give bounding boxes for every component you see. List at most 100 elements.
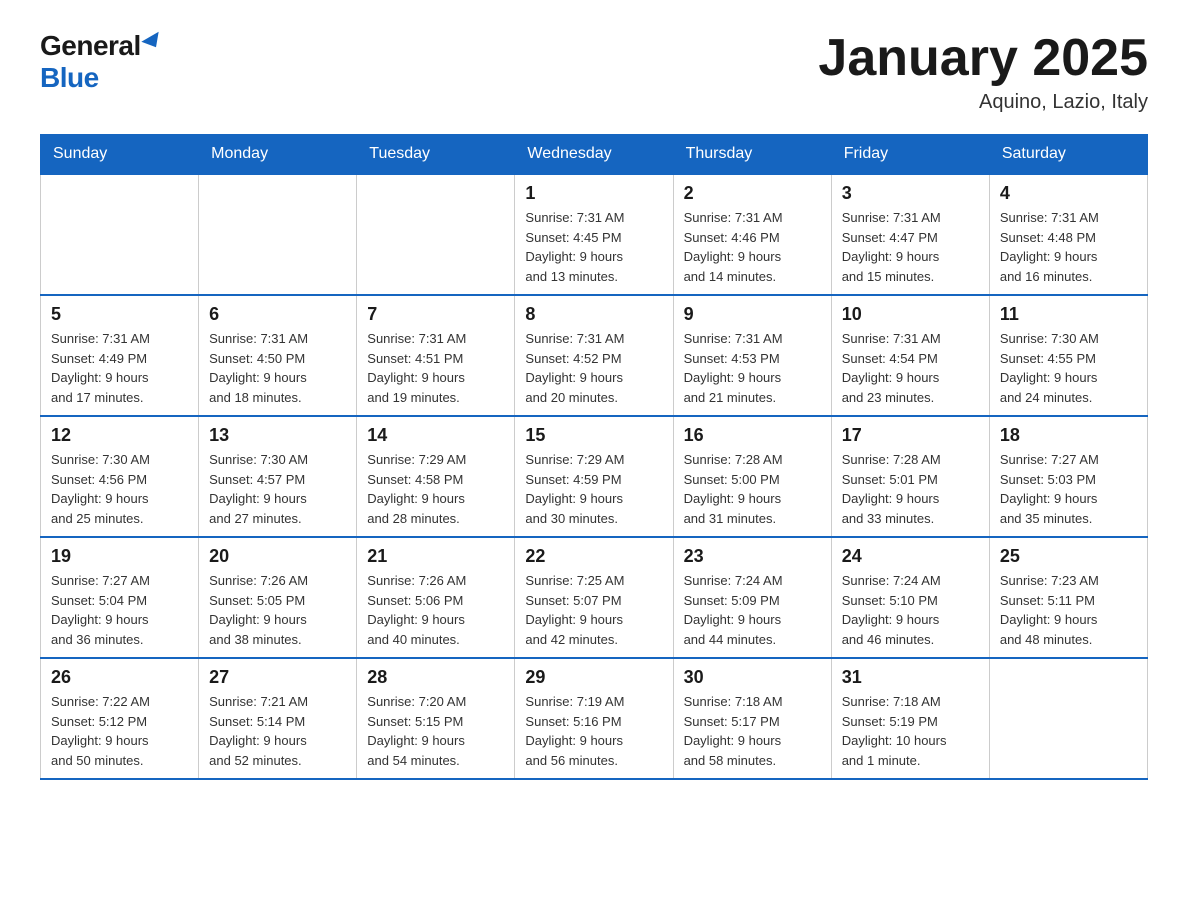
page-title: January 2025 xyxy=(818,30,1148,87)
day-info: Sunrise: 7:31 AMSunset: 4:50 PMDaylight:… xyxy=(209,329,346,407)
calendar-day-17: 17 Sunrise: 7:28 AMSunset: 5:01 PMDayligh… xyxy=(831,416,989,537)
day-number: 1 xyxy=(525,183,662,204)
calendar-day-7: 7Sunrise: 7:31 AMSunset: 4:51 PMDaylight… xyxy=(357,295,515,416)
calendar-day-24: 24Sunrise: 7:24 AMSunset: 5:10 PMDayligh… xyxy=(831,537,989,658)
calendar-day-29: 29 Sunrise: 7:19 AMSunset: 5:16 PMDayligh… xyxy=(515,658,673,779)
weekday-header-saturday: Saturday xyxy=(989,135,1147,175)
calendar-day-27: 27 Sunrise: 7:21 AMSunset: 5:14 PMDayligh… xyxy=(199,658,357,779)
logo-general-text: General xyxy=(40,30,141,62)
weekday-header-sunday: Sunday xyxy=(41,135,199,175)
day-number: 25 xyxy=(1000,546,1137,567)
day-number: 28 xyxy=(367,667,504,688)
calendar-week-row: 19 Sunrise: 7:27 AMSunset: 5:04 PMDayligh… xyxy=(41,537,1148,658)
day-number: 26 xyxy=(51,667,188,688)
weekday-header-monday: Monday xyxy=(199,135,357,175)
calendar-day-26: 26 Sunrise: 7:22 AMSunset: 5:12 PMDayligh… xyxy=(41,658,199,779)
calendar-day-20: 20Sunrise: 7:26 AMSunset: 5:05 PMDayligh… xyxy=(199,537,357,658)
day-info: Sunrise: 7:20 AMSunset: 5:15 PMDaylight:… xyxy=(367,692,504,770)
day-number: 21 xyxy=(367,546,504,567)
calendar-day-23: 23Sunrise: 7:24 AMSunset: 5:09 PMDayligh… xyxy=(673,537,831,658)
day-info: Sunrise: 7:26 AMSunset: 5:06 PMDaylight:… xyxy=(367,571,504,649)
calendar-day-9: 9 Sunrise: 7:31 AMSunset: 4:53 PMDaylight… xyxy=(673,295,831,416)
calendar-day-4: 4 Sunrise: 7:31 AMSunset: 4:48 PMDaylight… xyxy=(989,174,1147,295)
day-number: 16 xyxy=(684,425,821,446)
weekday-header-friday: Friday xyxy=(831,135,989,175)
weekday-header-thursday: Thursday xyxy=(673,135,831,175)
calendar-empty-cell xyxy=(989,658,1147,779)
day-number: 17 xyxy=(842,425,979,446)
day-info: Sunrise: 7:22 AMSunset: 5:12 PMDaylight:… xyxy=(51,692,188,770)
day-number: 7 xyxy=(367,304,504,325)
weekday-header-tuesday: Tuesday xyxy=(357,135,515,175)
day-info: Sunrise: 7:30 AMSunset: 4:56 PMDaylight:… xyxy=(51,450,188,528)
day-number: 3 xyxy=(842,183,979,204)
page-subtitle: Aquino, Lazio, Italy xyxy=(818,91,1148,114)
day-info: Sunrise: 7:31 AMSunset: 4:46 PMDaylight:… xyxy=(684,208,821,286)
calendar-day-14: 14Sunrise: 7:29 AMSunset: 4:58 PMDayligh… xyxy=(357,416,515,537)
day-number: 18 xyxy=(1000,425,1137,446)
day-info: Sunrise: 7:19 AMSunset: 5:16 PMDaylight:… xyxy=(525,692,662,770)
day-info: Sunrise: 7:26 AMSunset: 5:05 PMDaylight:… xyxy=(209,571,346,649)
calendar-week-row: 5Sunrise: 7:31 AMSunset: 4:49 PMDaylight… xyxy=(41,295,1148,416)
day-info: Sunrise: 7:30 AMSunset: 4:57 PMDaylight:… xyxy=(209,450,346,528)
calendar-day-15: 15 Sunrise: 7:29 AMSunset: 4:59 PMDayligh… xyxy=(515,416,673,537)
calendar-week-row: 12 Sunrise: 7:30 AMSunset: 4:56 PMDayligh… xyxy=(41,416,1148,537)
calendar-empty-cell xyxy=(199,174,357,295)
day-info: Sunrise: 7:31 AMSunset: 4:49 PMDaylight:… xyxy=(51,329,188,407)
calendar-day-18: 18Sunrise: 7:27 AMSunset: 5:03 PMDayligh… xyxy=(989,416,1147,537)
day-info: Sunrise: 7:29 AMSunset: 4:59 PMDaylight:… xyxy=(525,450,662,528)
day-number: 9 xyxy=(684,304,821,325)
day-info: Sunrise: 7:28 AMSunset: 5:00 PMDaylight:… xyxy=(684,450,821,528)
day-number: 10 xyxy=(842,304,979,325)
weekday-header-wednesday: Wednesday xyxy=(515,135,673,175)
calendar-day-31: 31 Sunrise: 7:18 AMSunset: 5:19 PMDayligh… xyxy=(831,658,989,779)
day-info: Sunrise: 7:31 AMSunset: 4:53 PMDaylight:… xyxy=(684,329,821,407)
day-number: 13 xyxy=(209,425,346,446)
day-number: 12 xyxy=(51,425,188,446)
calendar-header-row: SundayMondayTuesdayWednesdayThursdayFrid… xyxy=(41,135,1148,175)
day-info: Sunrise: 7:27 AMSunset: 5:04 PMDaylight:… xyxy=(51,571,188,649)
day-info: Sunrise: 7:31 AMSunset: 4:45 PMDaylight:… xyxy=(525,208,662,286)
day-info: Sunrise: 7:31 AMSunset: 4:52 PMDaylight:… xyxy=(525,329,662,407)
day-number: 4 xyxy=(1000,183,1137,204)
day-info: Sunrise: 7:25 AMSunset: 5:07 PMDaylight:… xyxy=(525,571,662,649)
day-number: 19 xyxy=(51,546,188,567)
day-number: 27 xyxy=(209,667,346,688)
day-info: Sunrise: 7:24 AMSunset: 5:10 PMDaylight:… xyxy=(842,571,979,649)
calendar-day-1: 1 Sunrise: 7:31 AMSunset: 4:45 PMDaylight… xyxy=(515,174,673,295)
calendar-empty-cell xyxy=(41,174,199,295)
calendar-day-19: 19 Sunrise: 7:27 AMSunset: 5:04 PMDayligh… xyxy=(41,537,199,658)
day-info: Sunrise: 7:31 AMSunset: 4:54 PMDaylight:… xyxy=(842,329,979,407)
calendar-day-12: 12 Sunrise: 7:30 AMSunset: 4:56 PMDayligh… xyxy=(41,416,199,537)
day-info: Sunrise: 7:23 AMSunset: 5:11 PMDaylight:… xyxy=(1000,571,1137,649)
calendar-day-10: 10 Sunrise: 7:31 AMSunset: 4:54 PMDayligh… xyxy=(831,295,989,416)
day-number: 22 xyxy=(525,546,662,567)
calendar-day-5: 5Sunrise: 7:31 AMSunset: 4:49 PMDaylight… xyxy=(41,295,199,416)
day-number: 31 xyxy=(842,667,979,688)
calendar-day-30: 30Sunrise: 7:18 AMSunset: 5:17 PMDayligh… xyxy=(673,658,831,779)
calendar-day-21: 21 Sunrise: 7:26 AMSunset: 5:06 PMDayligh… xyxy=(357,537,515,658)
title-area: January 2025 Aquino, Lazio, Italy xyxy=(818,30,1148,114)
calendar-day-2: 2 Sunrise: 7:31 AMSunset: 4:46 PMDaylight… xyxy=(673,174,831,295)
logo-arrow-icon xyxy=(141,32,164,52)
logo: General Blue xyxy=(40,30,163,94)
calendar-empty-cell xyxy=(357,174,515,295)
calendar-day-6: 6 Sunrise: 7:31 AMSunset: 4:50 PMDaylight… xyxy=(199,295,357,416)
calendar-day-22: 22 Sunrise: 7:25 AMSunset: 5:07 PMDayligh… xyxy=(515,537,673,658)
day-info: Sunrise: 7:28 AMSunset: 5:01 PMDaylight:… xyxy=(842,450,979,528)
header: General Blue January 2025 Aquino, Lazio,… xyxy=(40,30,1148,114)
calendar-day-16: 16 Sunrise: 7:28 AMSunset: 5:00 PMDayligh… xyxy=(673,416,831,537)
day-number: 14 xyxy=(367,425,504,446)
day-info: Sunrise: 7:18 AMSunset: 5:19 PMDaylight:… xyxy=(842,692,979,770)
day-number: 8 xyxy=(525,304,662,325)
day-number: 15 xyxy=(525,425,662,446)
day-number: 2 xyxy=(684,183,821,204)
calendar-day-28: 28 Sunrise: 7:20 AMSunset: 5:15 PMDayligh… xyxy=(357,658,515,779)
day-info: Sunrise: 7:31 AMSunset: 4:48 PMDaylight:… xyxy=(1000,208,1137,286)
calendar-day-8: 8 Sunrise: 7:31 AMSunset: 4:52 PMDaylight… xyxy=(515,295,673,416)
day-info: Sunrise: 7:30 AMSunset: 4:55 PMDaylight:… xyxy=(1000,329,1137,407)
day-info: Sunrise: 7:24 AMSunset: 5:09 PMDaylight:… xyxy=(684,571,821,649)
day-number: 6 xyxy=(209,304,346,325)
day-number: 29 xyxy=(525,667,662,688)
day-info: Sunrise: 7:21 AMSunset: 5:14 PMDaylight:… xyxy=(209,692,346,770)
